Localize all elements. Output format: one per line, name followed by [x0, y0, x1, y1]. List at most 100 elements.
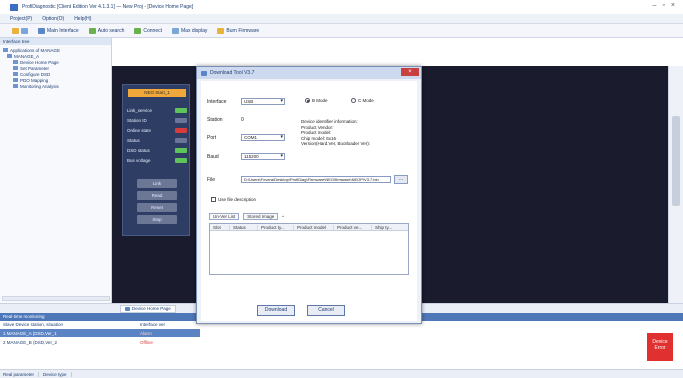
- tab-device-type[interactable]: Device type: [43, 371, 72, 377]
- tree-label: Set Parameter: [20, 65, 50, 71]
- station-value[interactable]: 0: [241, 117, 244, 123]
- new-button[interactable]: [10, 27, 30, 35]
- column-header: Slot: [210, 224, 230, 230]
- max-display-button[interactable]: Max display: [170, 27, 209, 35]
- interface-label: Interface: [207, 99, 227, 105]
- folder-icon: [3, 48, 8, 52]
- window-title: ProfiDiagnostic [Client Edition Ver 4.1.…: [22, 4, 194, 10]
- dialog-app-icon: [201, 70, 207, 76]
- stop-button[interactable]: Stop: [137, 215, 177, 224]
- slot-option[interactable]: •: [282, 214, 284, 219]
- dialog-body: Interface USB B Mode C Mode Station 0 Po…: [201, 81, 417, 321]
- page-icon: [13, 60, 18, 64]
- radio-label: C Mode: [358, 98, 374, 103]
- slot-grid-header: Slot Status Product ty... Product model …: [210, 224, 408, 231]
- cancel-button[interactable]: Cancel: [307, 305, 345, 316]
- tree-pane-header: Interface tree: [0, 38, 111, 45]
- stored-image-select[interactable]: Stored Image: [243, 212, 279, 220]
- device-row-label: DSD status: [127, 148, 150, 153]
- column-header: Product ty...: [258, 224, 294, 230]
- window-controls: – ▫ ×: [653, 2, 675, 9]
- download-tool-dialog: Download Tool V3.7 × Interface USB B Mod…: [196, 66, 422, 324]
- dialog-close-button[interactable]: ×: [401, 68, 419, 76]
- page-icon: [13, 78, 18, 82]
- save-icon: [21, 27, 28, 34]
- main-interface-button[interactable]: Main Interface: [36, 27, 81, 35]
- device-info-block: Device identifier information: Product V…: [301, 119, 409, 147]
- read-button[interactable]: Read: [137, 191, 177, 200]
- column-header: Slave Device station, situation: [3, 322, 64, 327]
- tab-real-parameter[interactable]: Real parameter: [3, 371, 40, 377]
- home-icon: [38, 27, 45, 34]
- tree-horizontal-scrollbar[interactable]: [2, 296, 110, 301]
- dialog-titlebar: Download Tool V3.7 ×: [197, 67, 421, 79]
- column-header: Product model: [294, 224, 334, 230]
- column-header: Product ve...: [334, 224, 372, 230]
- device-row: DSD status: [127, 147, 187, 154]
- minimize-icon[interactable]: –: [653, 2, 657, 9]
- device-row: Status: [127, 137, 187, 144]
- menu-option[interactable]: Option(O): [42, 16, 64, 22]
- burn-firmware-button[interactable]: Burn Firmware: [215, 27, 261, 35]
- menu-help[interactable]: Help(H): [74, 16, 91, 22]
- tree-item-monitoring[interactable]: Monitoring Analysis: [3, 83, 108, 89]
- port-select[interactable]: COM1: [241, 134, 285, 141]
- use-file-description-checkbox[interactable]: Use file description: [211, 197, 256, 202]
- column-header: Interface ver: [140, 322, 166, 327]
- version-list-button[interactable]: Un-Ver List: [209, 212, 240, 220]
- link-button[interactable]: Link: [137, 179, 177, 188]
- canvas-vertical-scrollbar[interactable]: [668, 66, 683, 303]
- scrollbar-thumb[interactable]: [672, 116, 680, 206]
- column-header: Status: [230, 224, 258, 230]
- auto-search-button[interactable]: Auto search: [87, 27, 127, 35]
- left-pane-tabstrip: [0, 303, 112, 313]
- baud-select[interactable]: 115200: [241, 153, 285, 160]
- close-icon[interactable]: ×: [671, 2, 675, 9]
- display-icon: [172, 27, 179, 34]
- device-row: Online state: [127, 127, 187, 134]
- interface-tree-pane: Interface tree Applications of MANAGE MA…: [0, 38, 112, 303]
- table-row[interactable]: 2 MANAGE_B (DSD,Ver_2 Offline: [0, 338, 200, 346]
- auto-search-label: Auto search: [97, 27, 125, 34]
- burn-icon: [217, 27, 225, 34]
- file-label: File: [207, 177, 216, 183]
- checkbox-box: [211, 197, 216, 202]
- file-path-input[interactable]: D:\Users\Fovera\Desktop\ProfiDiag\Firmwa…: [241, 176, 391, 183]
- device-row: Bus voltage: [127, 157, 187, 164]
- connect-label: Connect: [143, 27, 162, 34]
- connect-button[interactable]: Connect: [132, 27, 164, 35]
- station-state: Alarm: [140, 330, 152, 336]
- slot-grid[interactable]: Slot Status Product ty... Product model …: [209, 223, 409, 275]
- reset-button[interactable]: Reset: [137, 203, 177, 212]
- maximize-icon[interactable]: ▫: [662, 2, 664, 9]
- interface-select[interactable]: USB: [241, 98, 285, 105]
- c-mode-radio[interactable]: C Mode: [351, 98, 374, 103]
- radio-unselected: [351, 98, 356, 103]
- bottom-tabbar: Real parameter Device type: [0, 369, 683, 378]
- station-state: Offline: [140, 339, 153, 345]
- app-logo-icon: [10, 3, 18, 11]
- tab-label: Device Home Page: [132, 306, 171, 311]
- status-indicator: [175, 148, 187, 153]
- connect-icon: [134, 27, 142, 34]
- radio-label: B Mode: [312, 98, 328, 103]
- tab-device-home-page[interactable]: Device Home Page: [120, 305, 176, 313]
- status-indicator: [175, 108, 187, 113]
- page-icon: [13, 66, 18, 70]
- tree-label: Configure DSD: [20, 71, 51, 77]
- device-row: Link_service: [127, 107, 187, 114]
- device-row-label: Station ID: [127, 118, 147, 123]
- device-error-badge: Device Error: [647, 333, 673, 361]
- menu-project[interactable]: Project(P): [10, 16, 32, 22]
- tree-label: Device Home Page: [20, 59, 59, 65]
- page-icon: [13, 84, 18, 88]
- checkbox-label: Use file description: [218, 197, 257, 202]
- download-button[interactable]: Download: [257, 305, 295, 316]
- status-indicator: [175, 138, 187, 143]
- browse-button[interactable]: …: [394, 175, 408, 184]
- table-row[interactable]: 1 MANAGE_A (DSD,Ver_1 Alarm: [0, 329, 200, 337]
- tree-label: PDO Mapping: [20, 77, 49, 83]
- baud-label: Baud: [207, 154, 219, 160]
- monitoring-table: Slave Device station, situation Interfac…: [0, 321, 683, 369]
- b-mode-radio[interactable]: B Mode: [305, 98, 328, 103]
